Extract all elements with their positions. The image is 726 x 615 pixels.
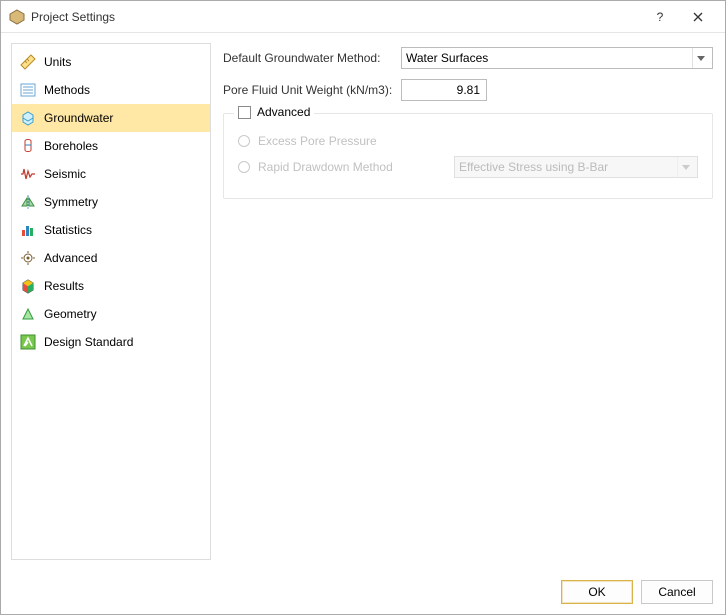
sidebar: Units Methods Groundwater Boreholes Seis… — [11, 43, 211, 560]
excess-pore-label: Excess Pore Pressure — [258, 134, 377, 148]
window-title: Project Settings — [31, 10, 641, 24]
sidebar-item-label: Design Standard — [44, 335, 133, 349]
sidebar-item-results[interactable]: Results — [12, 272, 210, 300]
excess-pore-option: Excess Pore Pressure — [238, 128, 698, 154]
lambda-icon — [20, 334, 36, 350]
sidebar-item-geometry[interactable]: Geometry — [12, 300, 210, 328]
rapid-drawdown-label: Rapid Drawdown Method — [258, 160, 393, 174]
sidebar-item-label: Groundwater — [44, 111, 113, 125]
geometry-icon — [20, 306, 36, 322]
excess-pore-radio — [238, 135, 250, 147]
app-icon — [9, 9, 25, 25]
rapid-drawdown-option: Rapid Drawdown Method Effective Stress u… — [238, 154, 698, 180]
symmetry-icon — [20, 194, 36, 210]
bar-chart-icon — [20, 222, 36, 238]
sidebar-item-label: Symmetry — [44, 195, 98, 209]
footer: OK Cancel — [1, 570, 725, 614]
rapid-drawdown-radio — [238, 161, 250, 173]
water-cube-icon — [20, 110, 36, 126]
sidebar-item-units[interactable]: Units — [12, 48, 210, 76]
chevron-down-icon — [677, 157, 693, 177]
sidebar-item-symmetry[interactable]: Symmetry — [12, 188, 210, 216]
seismic-icon — [20, 166, 36, 182]
sidebar-item-label: Units — [44, 55, 71, 69]
sidebar-item-advanced[interactable]: Advanced — [12, 244, 210, 272]
advanced-legend: Advanced — [234, 105, 314, 119]
cancel-button[interactable]: Cancel — [641, 580, 713, 604]
rapid-drawdown-combo: Effective Stress using B-Bar — [454, 156, 698, 178]
list-icon — [20, 82, 36, 98]
pore-weight-label: Pore Fluid Unit Weight (kN/m3): — [223, 83, 393, 97]
results-cube-icon — [20, 278, 36, 294]
help-button[interactable]: ? — [641, 3, 679, 31]
pore-weight-row: Pore Fluid Unit Weight (kN/m3): — [223, 79, 713, 101]
sidebar-item-methods[interactable]: Methods — [12, 76, 210, 104]
default-method-row: Default Groundwater Method: Water Surfac… — [223, 47, 713, 69]
ok-button[interactable]: OK — [561, 580, 633, 604]
advanced-legend-label: Advanced — [257, 105, 310, 119]
gear-icon — [20, 250, 36, 266]
sidebar-item-groundwater[interactable]: Groundwater — [12, 104, 210, 132]
default-method-value: Water Surfaces — [406, 51, 692, 65]
sidebar-item-design-standard[interactable]: Design Standard — [12, 328, 210, 356]
borehole-icon — [20, 138, 36, 154]
default-method-combo[interactable]: Water Surfaces — [401, 47, 713, 69]
sidebar-item-label: Methods — [44, 83, 90, 97]
sidebar-item-statistics[interactable]: Statistics — [12, 216, 210, 244]
content: Units Methods Groundwater Boreholes Seis… — [1, 33, 725, 570]
sidebar-item-label: Advanced — [44, 251, 97, 265]
default-method-label: Default Groundwater Method: — [223, 51, 393, 65]
sidebar-item-label: Boreholes — [44, 139, 98, 153]
sidebar-item-boreholes[interactable]: Boreholes — [12, 132, 210, 160]
titlebar: Project Settings ? — [1, 1, 725, 33]
pore-weight-input[interactable] — [401, 79, 487, 101]
chevron-down-icon — [692, 48, 708, 68]
sidebar-item-seismic[interactable]: Seismic — [12, 160, 210, 188]
advanced-fieldset: Advanced Excess Pore Pressure Rapid Draw… — [223, 113, 713, 199]
advanced-checkbox[interactable] — [238, 106, 251, 119]
main-panel: Default Groundwater Method: Water Surfac… — [221, 43, 715, 560]
sidebar-item-label: Results — [44, 279, 84, 293]
sidebar-item-label: Geometry — [44, 307, 97, 321]
rapid-drawdown-value: Effective Stress using B-Bar — [459, 160, 677, 174]
sidebar-item-label: Statistics — [44, 223, 92, 237]
sidebar-item-label: Seismic — [44, 167, 86, 181]
ruler-icon — [20, 54, 36, 70]
close-button[interactable] — [679, 3, 717, 31]
